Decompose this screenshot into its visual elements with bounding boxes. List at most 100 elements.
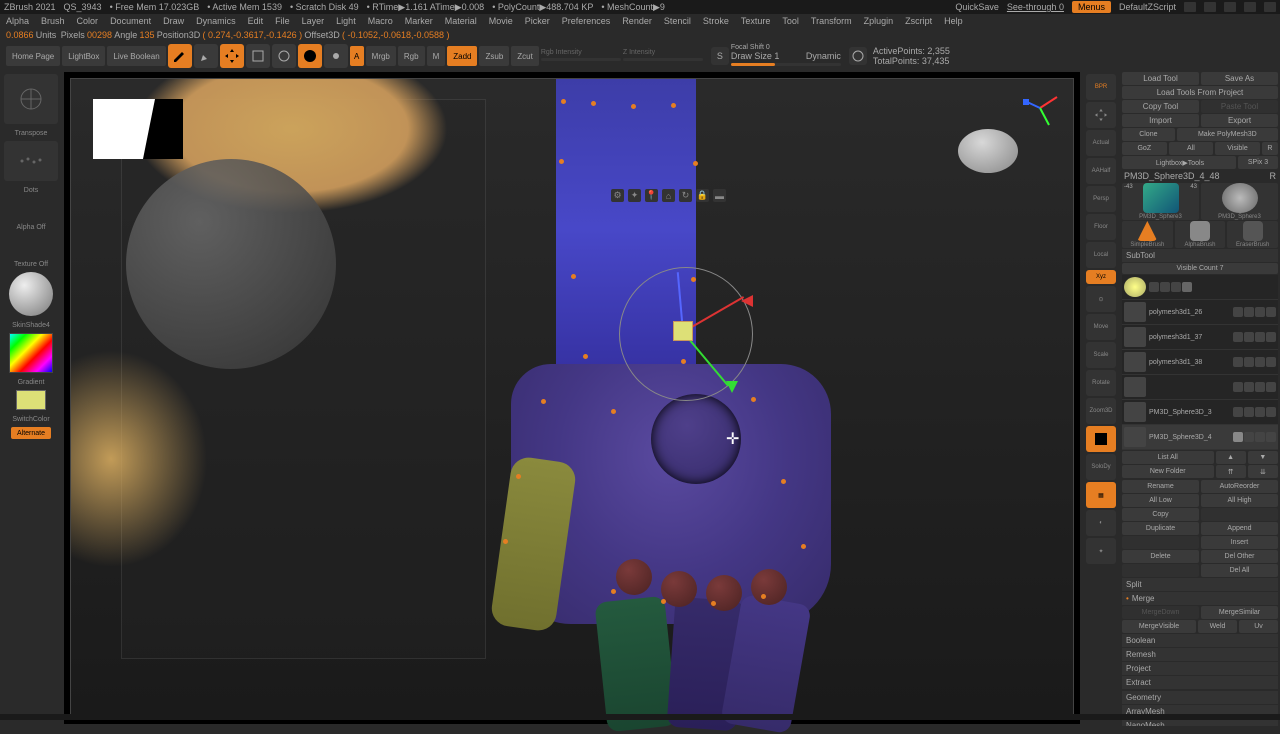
move-icon[interactable] (220, 44, 244, 68)
stroke-dots[interactable] (4, 141, 58, 181)
append-button[interactable]: Append (1201, 522, 1278, 535)
shelf-transp[interactable]: SoloDy (1086, 454, 1116, 480)
menu-stroke[interactable]: Stroke (703, 16, 729, 26)
mergesimilar-button[interactable]: MergeSimilar (1201, 606, 1278, 619)
lightbox-button[interactable]: LightBox (62, 46, 105, 66)
menu-picker[interactable]: Picker (525, 16, 550, 26)
delother-button[interactable]: Del Other (1201, 550, 1278, 563)
merge-section[interactable]: Merge (1122, 592, 1278, 605)
copy-button[interactable]: Copy (1122, 508, 1199, 521)
alternate-button[interactable]: Alternate (11, 427, 51, 439)
newfolder-button[interactable]: New Folder (1122, 465, 1214, 478)
subtool-item[interactable] (1122, 275, 1278, 300)
gizmo-pin-icon[interactable]: 📍 (645, 189, 658, 202)
shelf-aahalf[interactable]: AAHalf (1086, 158, 1116, 184)
menu-tool[interactable]: Tool (782, 16, 799, 26)
mergedown-button[interactable]: MergeDown (1122, 606, 1199, 619)
menu-alpha[interactable]: Alpha (6, 16, 29, 26)
material-preview[interactable] (9, 272, 53, 316)
geometry-section[interactable]: Geometry (1122, 691, 1278, 704)
defaultzscript[interactable]: DefaultZScript (1119, 2, 1176, 12)
menu-light[interactable]: Light (336, 16, 356, 26)
shelf-actual[interactable]: Actual (1086, 130, 1116, 156)
zcut-toggle[interactable]: Zcut (511, 46, 539, 66)
menu-draw[interactable]: Draw (163, 16, 184, 26)
extract-section[interactable]: Extract (1122, 676, 1278, 689)
simplebrush[interactable]: SimpleBrush (1122, 221, 1173, 248)
remesh-section[interactable]: Remesh (1122, 648, 1278, 661)
clone-button[interactable]: Clone (1122, 128, 1175, 141)
gizmo-sticky-icon[interactable]: ▬ (713, 189, 726, 202)
rotate-icon[interactable] (272, 44, 296, 68)
menu-dynamics[interactable]: Dynamics (196, 16, 236, 26)
menu-marker[interactable]: Marker (405, 16, 433, 26)
switchcolor-button[interactable]: SwitchColor (12, 416, 49, 423)
shelf-c1[interactable]: ⊙ (1086, 286, 1116, 312)
shelf-zoom3d[interactable] (1086, 426, 1116, 452)
zint-slider[interactable] (623, 58, 703, 61)
texture-label[interactable]: Texture Off (14, 261, 48, 268)
scale-icon[interactable] (246, 44, 270, 68)
mergevisible-button[interactable]: MergeVisible (1122, 620, 1196, 633)
listall-button[interactable]: List All (1122, 451, 1214, 464)
shelf-rotate[interactable]: Zoom3D (1086, 398, 1116, 424)
seethrough[interactable]: See-through 0 (1007, 2, 1064, 12)
menu-layer[interactable]: Layer (302, 16, 325, 26)
gizmo-lock2-icon[interactable]: 🔒 (696, 189, 709, 202)
menu-texture[interactable]: Texture (741, 16, 771, 26)
draw-icon[interactable] (194, 44, 218, 68)
shelf-persp[interactable]: Persp (1086, 186, 1116, 212)
zsub-toggle[interactable]: Zsub (479, 46, 509, 66)
eraserbrush[interactable]: EraserBrush (1227, 221, 1278, 248)
project-section[interactable]: Project (1122, 662, 1278, 675)
gizmo-reset-icon[interactable]: ↻ (679, 189, 692, 202)
gizmo-icon[interactable] (298, 44, 322, 68)
window-min[interactable] (1184, 2, 1196, 12)
shelf-xyz[interactable]: Xyz (1086, 270, 1116, 284)
lightbox-tools[interactable]: Lightbox▶Tools (1122, 156, 1236, 169)
subtool-item[interactable]: polymesh3d1_37 (1122, 325, 1278, 350)
delete-button[interactable]: Delete (1122, 550, 1199, 563)
polymesh-button[interactable]: Make PolyMesh3D (1177, 128, 1278, 141)
shelf-floor[interactable]: Floor (1086, 214, 1116, 240)
menu-macro[interactable]: Macro (368, 16, 393, 26)
all-button[interactable]: All (1169, 142, 1214, 155)
menu-material[interactable]: Material (445, 16, 477, 26)
r-button[interactable]: R (1262, 142, 1278, 155)
home-button[interactable]: Home Page (6, 46, 60, 66)
nanomesh-section[interactable]: NanoMesh (1122, 719, 1278, 726)
mrgb-toggle[interactable]: Mrgb (366, 46, 396, 66)
autoreorder-button[interactable]: AutoReorder (1201, 480, 1278, 493)
liveboolean-button[interactable]: Live Boolean (107, 46, 165, 66)
pastetool-button[interactable]: Paste Tool (1201, 100, 1278, 113)
goz-button[interactable]: GoZ (1122, 142, 1167, 155)
menu-file[interactable]: File (275, 16, 290, 26)
window-max[interactable] (1224, 2, 1236, 12)
split-section[interactable]: Split (1122, 578, 1278, 591)
viewport[interactable]: ⚙ ✦ 📍 ⌂ ↻ 🔒 ▬ ✛ (70, 78, 1074, 718)
subtool-item[interactable]: polymesh3d1_38 (1122, 350, 1278, 375)
menu-render[interactable]: Render (622, 16, 652, 26)
menu-zscript[interactable]: Zscript (905, 16, 932, 26)
shelf-move-icon[interactable] (1086, 102, 1116, 128)
gizmo-lock-icon[interactable]: ✦ (628, 189, 641, 202)
transform-gizmo[interactable] (601, 249, 771, 419)
gizmo-home-icon[interactable]: ⌂ (662, 189, 675, 202)
quicksave-button[interactable]: QuickSave (955, 2, 999, 12)
zadd-toggle[interactable]: Zadd (447, 46, 477, 66)
axis-widget[interactable] (1019, 87, 1061, 129)
shelf-frame[interactable]: Move (1086, 314, 1116, 340)
rgb-toggle[interactable]: Rgb (398, 46, 425, 66)
shelf-move2[interactable]: Scale (1086, 342, 1116, 368)
drawsize-slider[interactable] (731, 63, 841, 66)
shelf-local[interactable]: Local (1086, 242, 1116, 268)
window-divide[interactable] (1204, 2, 1216, 12)
shelf-scale[interactable]: Rotate (1086, 370, 1116, 396)
uv-button[interactable]: Uv (1239, 620, 1278, 633)
copytool-button[interactable]: Copy Tool (1122, 100, 1199, 113)
weld-button[interactable]: Weld (1198, 620, 1237, 633)
subtool-item[interactable]: PM3D_Sphere3D_3 (1122, 400, 1278, 425)
delall-button[interactable]: Del All (1201, 564, 1278, 577)
menu-document[interactable]: Document (110, 16, 151, 26)
alpha-label[interactable]: Alpha Off (16, 224, 45, 231)
